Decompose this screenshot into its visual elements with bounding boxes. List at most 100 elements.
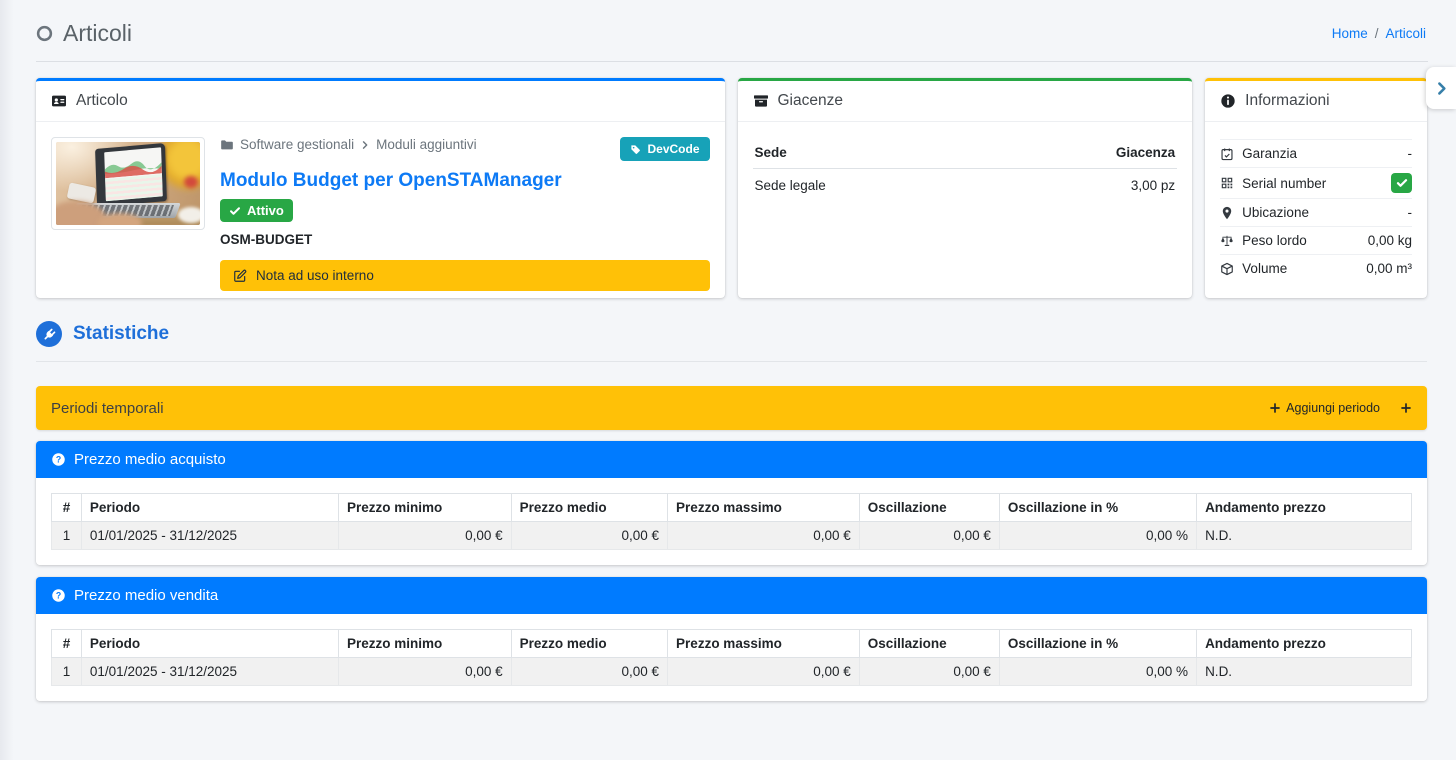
photo-flowers: [162, 142, 200, 198]
col-prezzo-massimo: Prezzo massimo: [668, 494, 860, 522]
folder-icon: [220, 138, 234, 152]
collapse-periods-button[interactable]: [1400, 402, 1412, 414]
sale-price-title: Prezzo medio vendita: [74, 587, 218, 604]
add-period-label: Aggiungi periodo: [1286, 401, 1380, 415]
info-card-body: Garanzia - Serial number Ubicazione -: [1205, 122, 1427, 298]
page-title: Articoli: [36, 20, 132, 47]
add-period-button[interactable]: Aggiungi periodo: [1269, 401, 1380, 415]
info-circle-icon: [1220, 93, 1236, 109]
svg-text:?: ?: [56, 455, 61, 465]
tag-icon: [630, 144, 641, 155]
id-card-icon: [51, 93, 67, 109]
col-oscillazione: Oscillazione: [859, 494, 999, 522]
product-image-frame: [51, 137, 205, 230]
product-image[interactable]: [56, 142, 200, 225]
info-card-header: Informazioni: [1205, 81, 1427, 122]
stock-table-row: Sede legale 3,00 pz: [753, 169, 1178, 203]
photo-cup: [178, 207, 200, 223]
stock-col-location: Sede: [753, 137, 984, 169]
svg-text:?: ?: [56, 591, 61, 601]
question-circle-icon[interactable]: ?: [51, 452, 66, 467]
internal-note-button[interactable]: Nota ad uso interno: [220, 260, 710, 291]
periods-bar-label: Periodi temporali: [51, 400, 164, 417]
chevron-right-icon: [360, 140, 370, 150]
cell-prezzo-minimo: 0,00 €: [338, 658, 511, 686]
col-index: #: [52, 630, 82, 658]
statistics-header: Statistiche: [36, 321, 1427, 347]
chevron-right-icon: [1433, 80, 1450, 97]
plus-icon: [1400, 402, 1412, 414]
col-oscillazione-pct: Oscillazione in %: [999, 494, 1196, 522]
cell-oscillazione: 0,00 €: [859, 658, 999, 686]
cell-oscillazione-pct: 0,00 %: [999, 522, 1196, 550]
question-circle-icon[interactable]: ?: [51, 588, 66, 603]
cell-andamento: N.D.: [1197, 522, 1412, 550]
cell-periodo: 01/01/2025 - 31/12/2025: [81, 658, 338, 686]
col-oscillazione-pct: Oscillazione in %: [999, 630, 1196, 658]
breadcrumb: Home / Articoli: [1332, 26, 1426, 41]
cell-prezzo-medio: 0,00 €: [511, 522, 667, 550]
brand-badge[interactable]: DevCode: [620, 137, 709, 161]
cell-periodo: 01/01/2025 - 31/12/2025: [81, 522, 338, 550]
col-prezzo-medio: Prezzo medio: [511, 630, 667, 658]
product-name-link[interactable]: Modulo Budget per OpenSTAManager: [220, 170, 710, 192]
serial-checkbox[interactable]: [1391, 173, 1412, 193]
col-oscillazione: Oscillazione: [859, 630, 999, 658]
info-value: -: [1408, 146, 1413, 161]
cube-icon: [1220, 262, 1234, 276]
info-label: Garanzia: [1242, 146, 1297, 161]
sale-price-body: # Periodo Prezzo minimo Prezzo medio Pre…: [36, 614, 1427, 701]
purchase-price-body: # Periodo Prezzo minimo Prezzo medio Pre…: [36, 478, 1427, 565]
cell-prezzo-massimo: 0,00 €: [668, 658, 860, 686]
edit-icon: [233, 269, 247, 283]
brand-badge-label: DevCode: [647, 142, 699, 156]
stock-card: Giacenze Sede Giacenza Sede legale 3,00 …: [738, 78, 1193, 298]
info-value: -: [1408, 205, 1413, 220]
col-prezzo-minimo: Prezzo minimo: [338, 630, 511, 658]
content-header: Articoli Home / Articoli: [0, 0, 1456, 61]
subcategory-link[interactable]: Moduli aggiuntivi: [376, 137, 477, 152]
archive-icon: [753, 93, 769, 109]
info-row-volume: Volume 0,00 m³: [1220, 254, 1412, 282]
statistics-divider: [36, 361, 1427, 362]
balance-scale-icon: [1220, 234, 1234, 248]
article-card-header: Articolo: [36, 81, 725, 122]
stock-card-body: Sede Giacenza Sede legale 3,00 pz: [738, 122, 1193, 298]
cell-prezzo-minimo: 0,00 €: [338, 522, 511, 550]
info-label: Ubicazione: [1242, 205, 1309, 220]
cell-oscillazione-pct: 0,00 %: [999, 658, 1196, 686]
category-link[interactable]: Software gestionali: [240, 137, 354, 152]
plug-icon: [36, 321, 62, 347]
table-header-row: # Periodo Prezzo minimo Prezzo medio Pre…: [52, 630, 1412, 658]
article-card-body: Software gestionali Moduli aggiuntivi De…: [36, 122, 725, 306]
purchase-price-title: Prezzo medio acquisto: [74, 451, 226, 468]
purchase-price-header: ? Prezzo medio acquisto: [36, 441, 1427, 478]
header-divider: [36, 61, 1428, 62]
info-card-title: Informazioni: [1245, 92, 1329, 110]
top-cards-row: Articolo: [36, 78, 1427, 298]
table-row: 1 01/01/2025 - 31/12/2025 0,00 € 0,00 € …: [52, 522, 1412, 550]
col-prezzo-minimo: Prezzo minimo: [338, 494, 511, 522]
info-value: 0,00 kg: [1368, 233, 1412, 248]
cell-andamento: N.D.: [1197, 658, 1412, 686]
cell-prezzo-massimo: 0,00 €: [668, 522, 860, 550]
check-icon: [1396, 177, 1408, 189]
info-card: Informazioni Garanzia - Serial number: [1205, 78, 1427, 298]
stock-quantity: 3,00 pz: [983, 169, 1177, 203]
info-row-garanzia: Garanzia -: [1220, 139, 1412, 167]
statistics-title: Statistiche: [73, 323, 169, 345]
category-path: Software gestionali Moduli aggiuntivi: [220, 137, 477, 152]
col-periodo: Periodo: [81, 494, 338, 522]
article-card-title: Articolo: [76, 92, 128, 110]
col-prezzo-massimo: Prezzo massimo: [668, 630, 860, 658]
breadcrumb-home-link[interactable]: Home: [1332, 26, 1368, 41]
photo-table-rows: [105, 174, 163, 201]
page-title-label: Articoli: [63, 20, 132, 47]
sidebar-toggle-button[interactable]: [1426, 67, 1456, 109]
stock-table: Sede Giacenza Sede legale 3,00 pz: [753, 137, 1178, 202]
breadcrumb-current-link[interactable]: Articoli: [1385, 26, 1426, 41]
table-header-row: # Periodo Prezzo minimo Prezzo medio Pre…: [52, 494, 1412, 522]
product-code: OSM-BUDGET: [220, 232, 710, 247]
calendar-check-icon: [1220, 147, 1234, 161]
plus-icon: [1269, 402, 1281, 414]
